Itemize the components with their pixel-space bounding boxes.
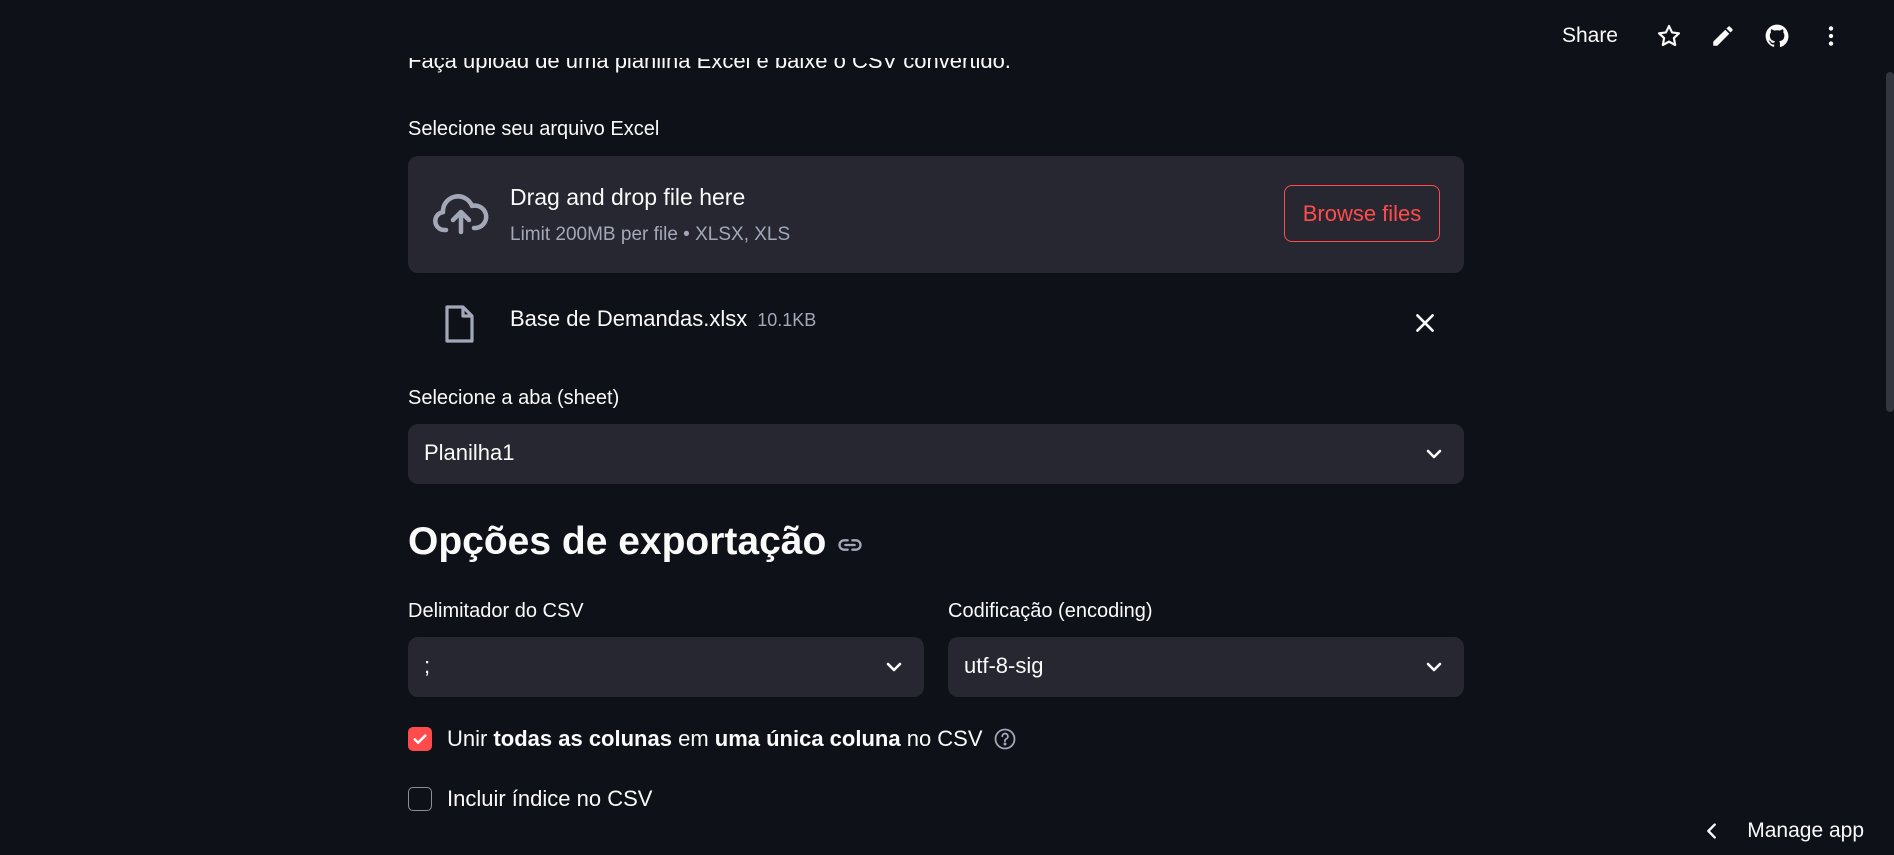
remove-file-icon[interactable] <box>1412 310 1438 336</box>
dropzone-title: Drag and drop file here <box>510 184 746 210</box>
merge-columns-label: Unir todas as colunas em uma única colun… <box>447 726 983 751</box>
cloud-upload-icon <box>433 194 489 235</box>
uploaded-file-row: Base de Demandas.xlsx 10.1KB <box>408 290 1464 354</box>
include-index-label: Incluir índice no CSV <box>447 786 653 811</box>
manage-app-button[interactable]: Manage app <box>1701 819 1864 843</box>
merge-columns-option[interactable]: Unir todas as colunas em uma única colun… <box>408 726 1017 752</box>
delimiter-select[interactable]: ; <box>408 637 924 697</box>
sheet-select-value: Planilha1 <box>424 440 515 465</box>
export-options-heading: Opções de exportação <box>408 520 864 564</box>
sheet-select[interactable]: Planilha1 <box>408 424 1464 484</box>
merge-columns-checkbox[interactable] <box>408 727 432 751</box>
encoding-select-value: utf-8-sig <box>964 653 1044 678</box>
chevron-down-icon <box>886 662 902 672</box>
file-icon <box>445 305 474 343</box>
dropzone-limit-text: Limit 200MB per file • XLSX, XLS <box>510 224 791 245</box>
file-dropzone[interactable]: Drag and drop file here Limit 200MB per … <box>408 156 1464 273</box>
help-icon[interactable] <box>993 727 1017 751</box>
page-scrollbar[interactable] <box>1886 72 1894 412</box>
checkmark-icon <box>413 734 427 744</box>
app-toolbar: Share <box>1562 0 1894 72</box>
delimiter-select-value: ; <box>424 653 431 678</box>
more-menu-icon[interactable] <box>1804 9 1858 63</box>
browse-files-button[interactable]: Browse files <box>1284 185 1440 242</box>
chevron-left-icon <box>1707 823 1717 839</box>
anchor-link-icon[interactable] <box>836 531 864 559</box>
include-index-checkbox[interactable] <box>408 787 432 811</box>
encoding-label: Codificação (encoding) <box>948 600 1153 622</box>
encoding-select[interactable]: utf-8-sig <box>948 637 1464 697</box>
chevron-down-icon <box>1426 662 1442 672</box>
chevron-down-icon <box>1426 449 1442 459</box>
uploaded-file-name: Base de Demandas.xlsx 10.1KB <box>510 306 817 331</box>
edit-icon[interactable] <box>1696 9 1750 63</box>
delimiter-label: Delimitador do CSV <box>408 600 584 622</box>
share-button[interactable]: Share <box>1562 24 1618 48</box>
uploader-label: Selecione seu arquivo Excel <box>408 118 660 140</box>
include-index-option[interactable]: Incluir índice no CSV <box>408 786 652 812</box>
manage-app-label: Manage app <box>1747 819 1864 842</box>
star-icon[interactable] <box>1642 9 1696 63</box>
uploaded-file-size: 10.1KB <box>757 310 817 330</box>
sheet-select-label: Selecione a aba (sheet) <box>408 387 620 409</box>
github-icon[interactable] <box>1750 9 1804 63</box>
intro-text: Faça upload de uma planilha Excel e baix… <box>408 58 1011 73</box>
